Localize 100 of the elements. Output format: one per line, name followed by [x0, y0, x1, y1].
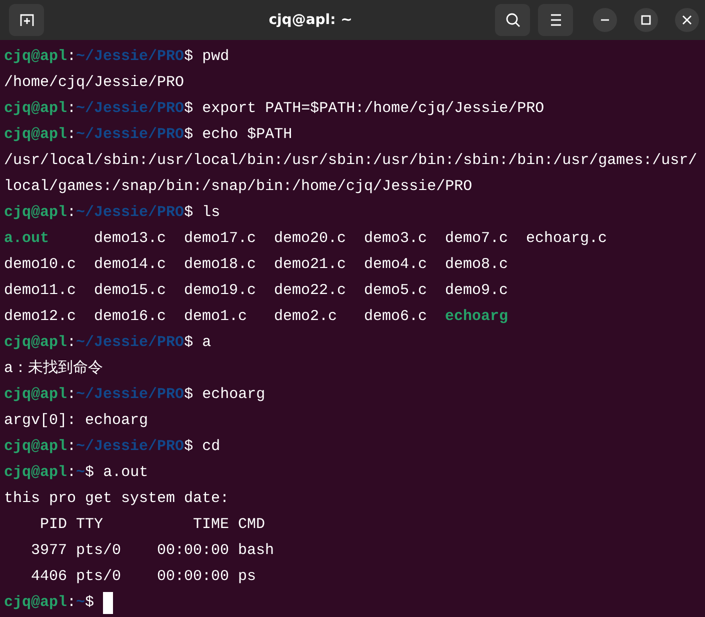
command-text: export PATH=$PATH:/home/cjq/Jessie/PRO	[202, 99, 544, 119]
prompt-separator: :	[67, 47, 76, 67]
prompt-path: ~/Jessie/PRO	[76, 99, 184, 119]
prompt-symbol: $	[85, 463, 94, 483]
prompt-symbol: $	[184, 437, 194, 457]
command-text: pwd	[202, 47, 230, 67]
column-header: CMD	[238, 515, 266, 535]
prompt-user-host: cjq@apl	[4, 463, 68, 483]
prompt-user-host: cjq@apl	[4, 125, 68, 145]
table-cell-text: bash	[238, 541, 274, 561]
command-text: ls	[202, 203, 220, 223]
file-name: demo6.c	[364, 307, 428, 327]
output-text: this pro get system date:	[4, 489, 230, 509]
file-name: demo3.c	[364, 229, 428, 249]
prompt-user-host: cjq@apl	[4, 593, 68, 613]
column-header: PID	[38, 515, 67, 535]
file-name: demo20.c	[274, 229, 348, 249]
minimize-icon	[601, 19, 609, 21]
search-button[interactable]	[495, 4, 530, 36]
output-text: /usr/local/sbin:/usr/local/bin:/usr/sbin:/usr/bin:/sbin:/bin:/usr/games:/usr/	[4, 151, 698, 171]
maximize-button[interactable]	[634, 8, 658, 32]
prompt-symbol: $	[184, 203, 194, 223]
file-name: demo10.c	[4, 255, 78, 275]
table-cell-text: 3977	[30, 541, 67, 561]
file-name: echoarg	[445, 307, 510, 327]
prompt-separator: :	[67, 99, 76, 119]
new-tab-icon	[18, 12, 34, 28]
file-name: demo11.c	[4, 281, 78, 301]
output-text: local/games:/snap/bin:/snap/bin:/home/cjq/Jessie/PRO	[4, 177, 472, 197]
prompt-separator: :	[67, 463, 76, 483]
prompt-separator: :	[67, 593, 76, 613]
prompt-symbol: $	[184, 99, 194, 119]
prompt-path: ~/Jessie/PRO	[76, 203, 184, 223]
prompt-symbol: $	[184, 333, 194, 353]
file-name: demo8.c	[445, 255, 510, 275]
prompt-path: ~	[76, 593, 86, 613]
prompt-path: ~/Jessie/PRO	[76, 385, 184, 405]
prompt-separator: :	[67, 203, 76, 223]
table-cell-text: 00:00:00	[157, 567, 229, 587]
file-name: demo13.c	[94, 229, 168, 249]
column-header: TTY	[76, 515, 104, 535]
prompt-path: ~/Jessie/PRO	[76, 47, 184, 67]
output-text: /home/cjq/Jessie/PRO	[4, 73, 184, 93]
command-text: a.out	[103, 463, 148, 483]
command-text: echoarg	[202, 385, 266, 405]
file-name: demo9.c	[445, 281, 510, 301]
prompt-user-host: cjq@apl	[4, 385, 68, 405]
menu-icon	[548, 14, 562, 26]
prompt-path: ~	[76, 463, 86, 483]
prompt-symbol: $	[184, 385, 194, 405]
command-text: a	[202, 333, 212, 353]
table-cell-text: 00:00:00	[157, 541, 229, 561]
table-cell-text: pts/0	[76, 541, 122, 561]
command-text: cd	[202, 437, 220, 457]
prompt-user-host: cjq@apl	[4, 437, 68, 457]
file-name: demo1.c	[184, 307, 248, 327]
search-icon	[504, 12, 520, 28]
prompt-user-host: cjq@apl	[4, 333, 68, 353]
file-name: demo12.c	[4, 307, 78, 327]
prompt-path: ~/Jessie/PRO	[76, 125, 184, 145]
file-name: demo17.c	[184, 229, 258, 249]
maximize-icon	[641, 15, 651, 25]
prompt-path: ~/Jessie/PRO	[76, 333, 184, 353]
prompt-user-host: cjq@apl	[4, 203, 68, 223]
prompt-separator: :	[67, 385, 76, 405]
prompt-symbol: $	[184, 125, 194, 145]
close-button[interactable]	[675, 8, 699, 32]
file-name: demo5.c	[364, 281, 428, 301]
file-name: demo4.c	[364, 255, 428, 275]
file-name: demo15.c	[94, 281, 168, 301]
file-name: demo7.c	[445, 229, 510, 249]
prompt-user-host: cjq@apl	[4, 47, 68, 67]
output-text: argv[0]: echoarg	[4, 411, 148, 431]
prompt-separator: :	[67, 125, 76, 145]
command-text: echo $PATH	[202, 125, 292, 145]
prompt-user-host: cjq@apl	[4, 99, 68, 119]
table-cell-text: pts/0	[76, 567, 122, 587]
file-name: demo21.c	[274, 255, 348, 275]
prompt-symbol: $	[85, 593, 94, 613]
new-tab-button[interactable]	[9, 4, 44, 36]
file-name: demo19.c	[184, 281, 258, 301]
output-text: a：未找到命令	[4, 358, 104, 379]
prompt-separator: :	[67, 437, 76, 457]
file-name: demo22.c	[274, 281, 348, 301]
minimize-button[interactable]	[593, 8, 617, 32]
file-name: demo2.c	[274, 307, 338, 327]
file-name: echoarg.c	[526, 229, 608, 249]
prompt-separator: :	[67, 333, 76, 353]
prompt-path: ~/Jessie/PRO	[76, 437, 184, 457]
menu-button[interactable]	[538, 4, 573, 36]
prompt-symbol: $	[184, 47, 194, 67]
file-name: a.out	[4, 229, 50, 249]
close-icon	[682, 15, 692, 25]
window-title: cjq@apl: ~	[268, 12, 354, 28]
table-cell-text: ps	[238, 567, 256, 587]
column-header: TIME	[192, 515, 229, 535]
table-cell-text: 4406	[30, 567, 67, 587]
file-name: demo18.c	[184, 255, 258, 275]
file-name: demo14.c	[94, 255, 168, 275]
file-name: demo16.c	[94, 307, 168, 327]
